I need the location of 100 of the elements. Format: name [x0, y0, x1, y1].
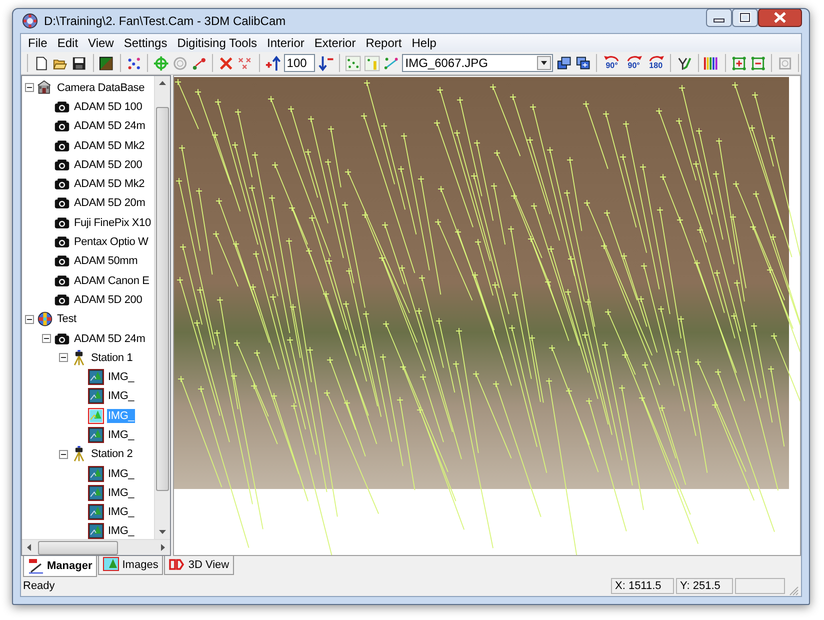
collapse-icon[interactable]	[25, 83, 34, 92]
tree-item[interactable]: ADAM 5D 24m	[73, 119, 146, 134]
menu-item[interactable]: Exterior	[309, 36, 361, 50]
collapse-icon[interactable]	[42, 334, 51, 343]
image-thumbnail-icon	[88, 426, 104, 443]
color-bars-icon[interactable]	[703, 54, 720, 72]
tripod-icon	[71, 350, 87, 366]
tree-item[interactable]: Station 2	[90, 447, 134, 462]
camera-icon	[54, 195, 70, 212]
menu-item[interactable]: View	[83, 36, 119, 50]
tree-item[interactable]: ADAM 5D 20m	[73, 196, 146, 210]
minimize-button[interactable]	[706, 9, 732, 27]
tripod-icon	[71, 446, 87, 462]
camera-icon	[54, 272, 70, 289]
menu-item[interactable]: File	[23, 36, 52, 50]
zoom-out-icon[interactable]	[318, 54, 334, 72]
menu-item[interactable]: Interior	[262, 36, 310, 50]
points-grid-icon[interactable]	[344, 54, 361, 72]
rotate-arrow-icon	[646, 53, 665, 62]
menu-item[interactable]: Settings	[118, 36, 172, 50]
tree-item[interactable]: ADAM 5D 100	[73, 100, 144, 114]
tree-item[interactable]: ADAM 5D 200	[73, 158, 144, 172]
pen-icon	[28, 558, 44, 574]
tab[interactable]: Images	[98, 556, 164, 575]
menu-item[interactable]: Edit	[52, 36, 84, 50]
image-thumbnail-icon	[88, 523, 104, 539]
tree-item[interactable]: ADAM 5D 24m	[73, 332, 146, 346]
add-frame-icon[interactable]	[730, 54, 747, 72]
rotate-button[interactable]: 90°	[624, 53, 644, 73]
close-button[interactable]	[758, 9, 802, 27]
tree-item[interactable]: Fuji FinePix X10	[73, 216, 152, 230]
windows-add-icon[interactable]	[575, 54, 592, 72]
windows-icon[interactable]	[556, 54, 572, 72]
status-pane	[735, 578, 785, 594]
maximize-button[interactable]	[732, 9, 758, 27]
zoom-field[interactable]: 100	[284, 54, 315, 72]
image-thumbnail-icon	[88, 466, 104, 482]
collapse-icon[interactable]	[25, 314, 34, 324]
image-thumbnail-icon	[88, 408, 104, 424]
camera-icon	[54, 98, 70, 115]
app-logo-icon	[22, 13, 38, 29]
tab[interactable]: 3D View	[164, 556, 234, 575]
image-thumbnail-icon	[88, 369, 104, 386]
rotate-arrow-icon	[624, 53, 643, 62]
y-coordinate: Y: 251.5	[676, 578, 733, 594]
tree-item[interactable]: IMG_	[107, 505, 136, 520]
tree-item[interactable]: ADAM 5D Mk2	[73, 177, 146, 192]
vertical-scrollbar[interactable]	[154, 76, 170, 539]
collapse-icon[interactable]	[59, 353, 68, 362]
menu-item[interactable]: Report	[360, 36, 407, 50]
x-coordinate: X: 1511.5	[611, 578, 674, 594]
menu-item[interactable]: Digitising Tools	[172, 36, 262, 50]
tree-item[interactable]: Pentax Optio W	[73, 235, 150, 250]
tree-item[interactable]: Station 1	[90, 350, 134, 365]
database-icon	[37, 80, 53, 96]
image-thumbnail-icon	[88, 388, 104, 404]
3d-icon	[169, 557, 186, 573]
rotate-button[interactable]: 90°	[602, 53, 622, 73]
save-icon[interactable]	[71, 54, 88, 72]
tree-item[interactable]: IMG_	[107, 370, 136, 384]
menu-item[interactable]: Help	[406, 36, 442, 50]
horizontal-scrollbar[interactable]	[22, 539, 170, 555]
camera-icon	[54, 156, 70, 173]
camera-icon	[54, 138, 70, 154]
camera-icon	[54, 234, 70, 250]
dropdown-value: IMG_6067.JPG	[405, 56, 488, 70]
rotate-arrow-icon	[602, 53, 621, 62]
tree-item[interactable]: IMG_	[107, 389, 136, 404]
status-message: Ready	[23, 580, 56, 592]
tree-item[interactable]: IMG_	[107, 486, 136, 500]
tree-item[interactable]: IMG_	[107, 466, 136, 481]
zoom-in-icon[interactable]	[264, 54, 281, 72]
window-title: D:\Training\2. Fan\Test.Cam - 3DM CalibCam	[44, 14, 286, 28]
rotate-button[interactable]: 180	[646, 53, 666, 73]
image-square-icon[interactable]	[98, 54, 115, 72]
image-icon	[103, 557, 120, 573]
collapse-icon[interactable]	[59, 450, 68, 459]
tree-item[interactable]: ADAM 5D Mk2	[73, 138, 146, 153]
camera-icon	[54, 176, 70, 192]
resize-grip-icon[interactable]	[787, 584, 799, 596]
tree-item[interactable]: Camera DataBase	[56, 80, 146, 95]
tree-item[interactable]: IMG_	[107, 524, 136, 538]
tree-item[interactable]: ADAM Canon E	[73, 274, 150, 288]
tree-item[interactable]: Test	[56, 312, 78, 326]
points-icon[interactable]	[126, 54, 142, 72]
tree-item[interactable]: ADAM 50mm	[73, 254, 139, 268]
camera-icon	[54, 253, 70, 270]
tab[interactable]: Manager	[23, 556, 98, 577]
tree-item[interactable]: IMG_	[107, 428, 136, 442]
camera-icon	[54, 214, 70, 231]
camera-icon	[54, 118, 70, 134]
delete-icon[interactable]	[218, 54, 234, 72]
camera-icon	[54, 292, 70, 308]
globe-icon	[37, 311, 53, 328]
camera-icon	[54, 330, 70, 346]
remove-frame-icon[interactable]	[750, 54, 766, 72]
tree-item[interactable]: ADAM 5D 200	[73, 292, 144, 307]
image-dropdown[interactable]: IMG_6067.JPG	[402, 54, 553, 72]
image-thumbnail-icon	[88, 504, 104, 520]
image-thumbnail-icon	[88, 484, 104, 501]
